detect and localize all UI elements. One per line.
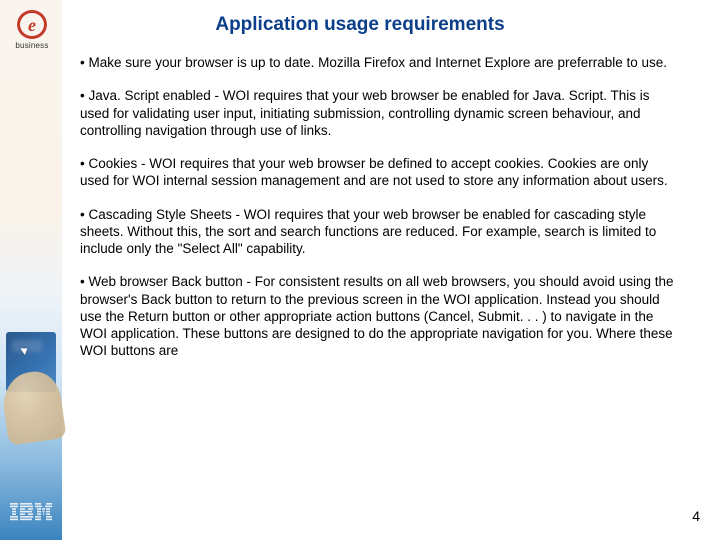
bullet-item: • Cascading Style Sheets - WOI requires … (80, 206, 680, 258)
bullet-item: • Java. Script enabled - WOI requires th… (80, 87, 680, 139)
left-decorative-strip: e business (0, 0, 62, 540)
slide: e business (0, 0, 720, 540)
bullet-item: • Web browser Back button - For consiste… (80, 273, 680, 359)
bullet-item: • Make sure your browser is up to date. … (80, 54, 680, 71)
hand-touch-graphic (0, 302, 62, 452)
content-area: • Make sure your browser is up to date. … (80, 54, 680, 376)
bullet-item: • Cookies - WOI requires that your web b… (80, 155, 680, 190)
page-number: 4 (692, 508, 700, 524)
ibm-logo-icon (10, 503, 52, 526)
slide-title: Application usage requirements (0, 14, 720, 36)
ebusiness-badge-label: business (15, 41, 48, 50)
ibm-logo-svg (10, 503, 52, 521)
